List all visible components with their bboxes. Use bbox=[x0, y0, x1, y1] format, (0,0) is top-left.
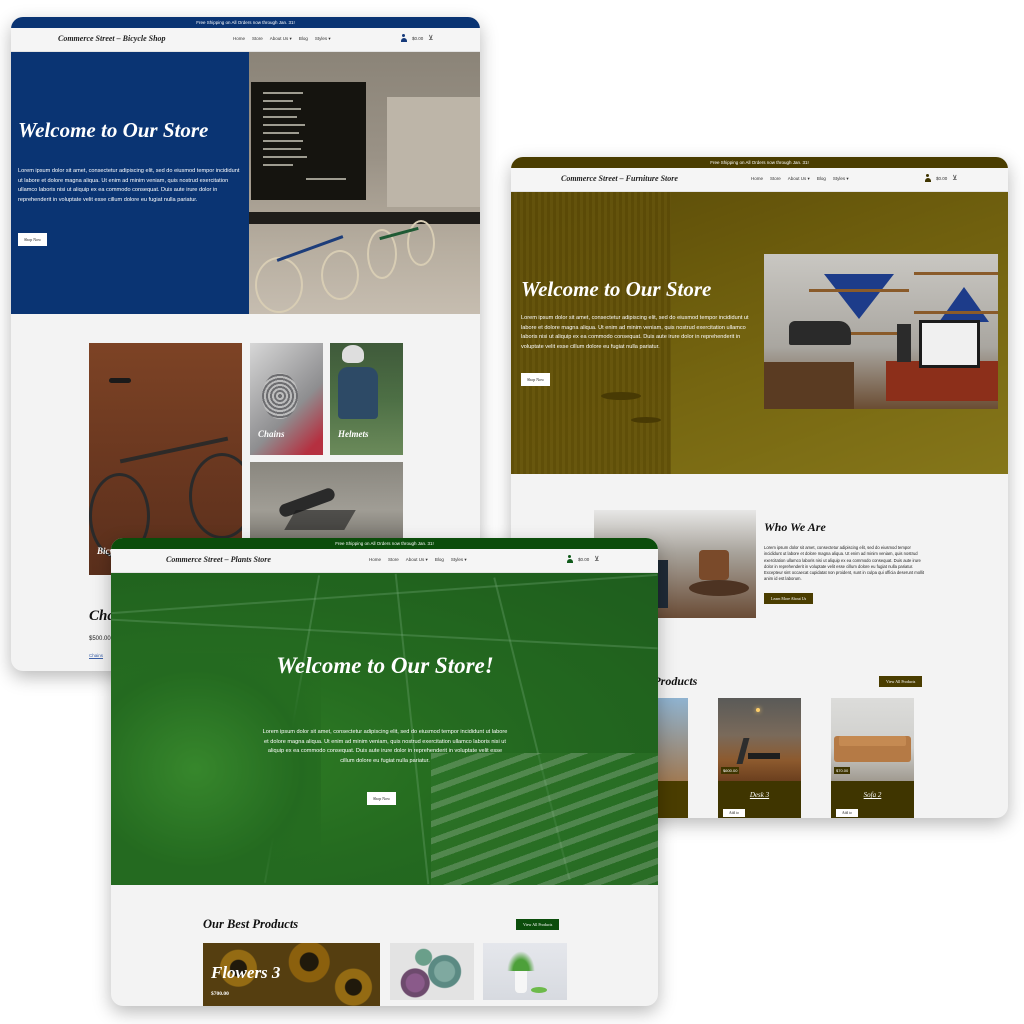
product-name[interactable]: Sofa 2 bbox=[831, 791, 914, 799]
user-icon[interactable] bbox=[400, 34, 407, 42]
nav-about[interactable]: About Us ▾ bbox=[788, 176, 810, 182]
product-price: $600.00 bbox=[721, 767, 740, 774]
main-nav: Home Store About Us ▾ Blog Styles ▾ bbox=[369, 557, 467, 563]
nav-home[interactable]: Home bbox=[233, 36, 245, 42]
user-icon[interactable] bbox=[924, 174, 931, 182]
hero-section: Welcome to Our Store Lorem ipsum dolor s… bbox=[511, 192, 1008, 474]
cart-total[interactable]: $0.00 bbox=[412, 36, 423, 41]
product-card-flowers[interactable]: Flowers 3 $700.00 bbox=[203, 943, 380, 1006]
nav-store[interactable]: Store bbox=[770, 176, 781, 182]
about-text: Lorem ipsum dolor sit amet, consectetur … bbox=[764, 545, 925, 582]
product-card[interactable]: $70.00 Sofa 2 Add to bbox=[831, 698, 914, 818]
product-category-link[interactable]: Chains bbox=[89, 653, 103, 658]
view-all-products-button[interactable]: View All Products bbox=[879, 676, 923, 687]
nav-blog[interactable]: Blog bbox=[817, 176, 826, 182]
site-brand[interactable]: Commerce Street – Furniture Store bbox=[561, 174, 678, 183]
hero-title: Welcome to Our Store bbox=[521, 277, 712, 301]
cart-icon[interactable]: ⊻ bbox=[594, 556, 599, 563]
add-to-cart-button[interactable]: Add to bbox=[836, 809, 858, 817]
nav-styles[interactable]: Styles ▾ bbox=[833, 176, 849, 182]
site-brand[interactable]: Commerce Street – Bicycle Shop bbox=[58, 34, 166, 43]
add-to-cart-button[interactable]: Add to bbox=[723, 809, 745, 817]
product-price: $70.00 bbox=[834, 767, 851, 774]
announcement-bar: Free Shipping on All Orders now through … bbox=[11, 17, 480, 28]
category-skateboards-card[interactable] bbox=[250, 462, 403, 542]
product-price: $500.00 bbox=[89, 636, 111, 642]
announcement-bar: Free Shipping on All Orders now through … bbox=[111, 538, 658, 549]
nav-home[interactable]: Home bbox=[751, 176, 763, 182]
nav-blog[interactable]: Blog bbox=[435, 557, 444, 563]
product-name: Flowers 3 bbox=[211, 963, 281, 982]
about-title: Who We Are bbox=[764, 520, 826, 534]
main-nav: Home Store About Us ▾ Blog Styles ▾ bbox=[233, 36, 331, 42]
hero-text: Lorem ipsum dolor sit amet, consectetur … bbox=[262, 729, 508, 764]
category-chains-card[interactable]: Chains bbox=[250, 343, 323, 455]
shop-now-button[interactable]: Shop Now bbox=[18, 233, 48, 246]
account-cart: $0.00 ⊻ bbox=[924, 174, 957, 182]
hero-title: Welcome to Our Store bbox=[18, 118, 209, 142]
product-name[interactable]: Desk 3 bbox=[718, 791, 801, 799]
menu-board-image bbox=[251, 82, 366, 200]
hero-image-shop-interior bbox=[764, 254, 998, 409]
announcement-bar: Free Shipping on All Orders now through … bbox=[511, 157, 1008, 168]
site-header: Commerce Street – Plants Store Home Stor… bbox=[111, 549, 658, 573]
product-price: $700.00 bbox=[211, 991, 229, 997]
nav-home[interactable]: Home bbox=[369, 557, 381, 563]
nav-store[interactable]: Store bbox=[388, 557, 399, 563]
site-brand[interactable]: Commerce Street – Plants Store bbox=[166, 555, 271, 564]
shop-now-button[interactable]: Shop Now bbox=[521, 373, 551, 386]
account-cart: $0.00 ⊻ bbox=[400, 34, 433, 42]
hero-title: Welcome to Our Store! bbox=[276, 653, 494, 678]
category-label: Chains bbox=[258, 429, 285, 439]
products-title: Our Best Products bbox=[203, 917, 299, 931]
shop-now-button[interactable]: Shop Now bbox=[367, 792, 397, 805]
plants-store-preview: Free Shipping on All Orders now through … bbox=[111, 538, 658, 1006]
nav-blog[interactable]: Blog bbox=[299, 36, 308, 42]
nav-styles[interactable]: Styles ▾ bbox=[315, 36, 331, 42]
nav-store[interactable]: Store bbox=[252, 36, 263, 42]
cart-total[interactable]: $0.00 bbox=[578, 557, 589, 562]
site-header: Commerce Street – Bicycle Shop Home Stor… bbox=[11, 28, 480, 52]
hero-text: Lorem ipsum dolor sit amet, consectetur … bbox=[18, 168, 240, 203]
main-nav: Home Store About Us ▾ Blog Styles ▾ bbox=[751, 176, 849, 182]
site-header: Commerce Street – Furniture Store Home S… bbox=[511, 168, 1008, 192]
category-label: Helmets bbox=[338, 429, 369, 439]
nav-about[interactable]: About Us ▾ bbox=[406, 557, 428, 563]
cart-total[interactable]: $0.00 bbox=[936, 176, 947, 181]
user-icon[interactable] bbox=[566, 555, 573, 563]
cart-icon[interactable]: ⊻ bbox=[428, 35, 433, 42]
hero-section: Welcome to Our Store! Lorem ipsum dolor … bbox=[111, 573, 658, 885]
learn-more-button[interactable]: Learn More About Us bbox=[764, 593, 814, 604]
nav-styles[interactable]: Styles ▾ bbox=[451, 557, 467, 563]
account-cart: $0.00 ⊻ bbox=[566, 555, 599, 563]
hero-image-cafe-bikes bbox=[249, 52, 480, 314]
product-card[interactable]: $600.00 Desk 3 Add to bbox=[718, 698, 801, 818]
product-card-succulents[interactable] bbox=[390, 943, 474, 1000]
view-all-products-button[interactable]: View All Products bbox=[516, 919, 560, 930]
cart-icon[interactable]: ⊻ bbox=[952, 175, 957, 182]
hero-section: Welcome to Our Store Lorem ipsum dolor s… bbox=[11, 52, 249, 314]
nav-about[interactable]: About Us ▾ bbox=[270, 36, 292, 42]
hero-text: Lorem ipsum dolor sit amet, consectetur … bbox=[521, 315, 749, 350]
category-helmets-card[interactable]: Helmets bbox=[330, 343, 403, 455]
product-card-tulips[interactable] bbox=[483, 943, 567, 1000]
